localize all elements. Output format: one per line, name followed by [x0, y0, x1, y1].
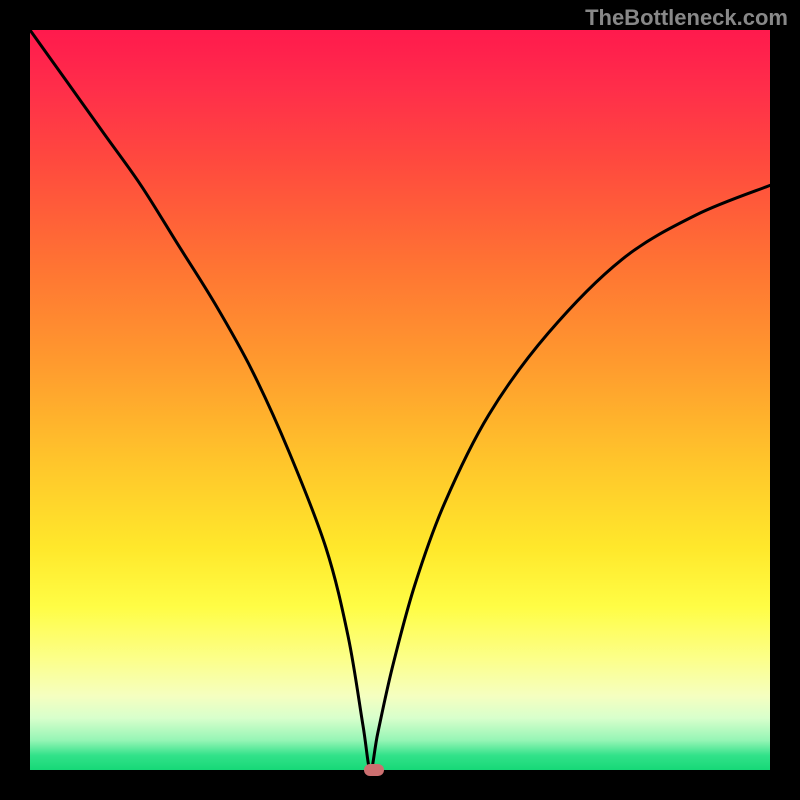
bottleneck-curve — [30, 30, 770, 770]
chart-container: TheBottleneck.com — [0, 0, 800, 800]
watermark-text: TheBottleneck.com — [585, 5, 788, 31]
minimum-marker — [364, 764, 384, 776]
plot-area — [30, 30, 770, 770]
